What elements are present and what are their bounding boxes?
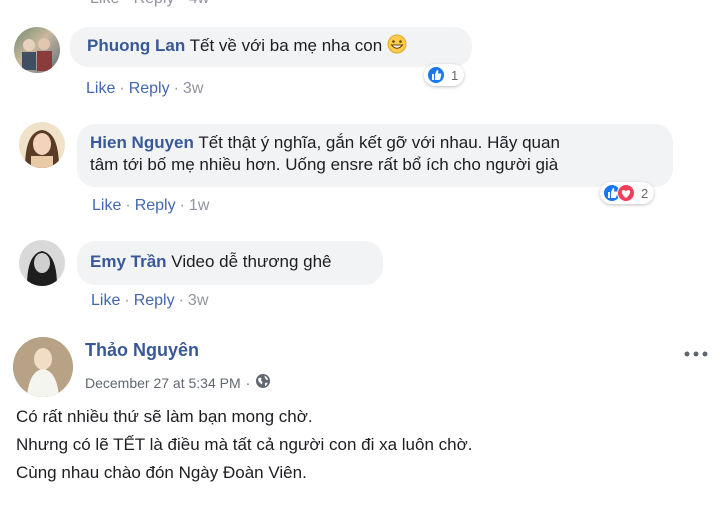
comment-author[interactable]: Hien Nguyen xyxy=(90,133,194,152)
comment-actions: Like · Reply · 1w xyxy=(92,197,210,214)
globe-icon[interactable] xyxy=(255,373,271,392)
reaction-summary[interactable]: 1 xyxy=(424,64,465,86)
comment-text: Tết thật ý nghĩa, gắn kết gỡ với nhau. H… xyxy=(198,133,560,152)
avatar-photo xyxy=(22,38,52,71)
love-icon xyxy=(617,184,635,202)
post-line: Cùng nhau chào đón Ngày Đoàn Viên. xyxy=(16,463,307,482)
avatar-photo xyxy=(13,337,73,397)
avatar-photo xyxy=(27,251,57,286)
post-author[interactable]: Thảo Nguyên xyxy=(85,340,199,361)
post-timestamp[interactable]: December 27 at 5:34 PM xyxy=(85,375,241,391)
like-link[interactable]: Like xyxy=(92,197,121,214)
avatar[interactable] xyxy=(14,27,60,73)
post-body: Có rất nhiều thứ sẽ làm bạn mong chờ. Nh… xyxy=(16,403,472,487)
comment-timestamp[interactable]: 3w xyxy=(188,292,208,309)
reaction-count: 1 xyxy=(451,67,459,83)
avatar[interactable] xyxy=(19,122,65,168)
avatar-photo xyxy=(25,130,59,168)
comment-actions: Like · Reply · 3w xyxy=(86,80,204,97)
reaction-count: 2 xyxy=(641,185,649,201)
post-avatar[interactable] xyxy=(13,337,73,397)
reaction-summary[interactable]: 2 xyxy=(600,182,655,204)
reply-link[interactable]: Reply xyxy=(135,197,176,214)
grinning-emoji-icon xyxy=(387,34,407,60)
comment-text: tâm tới bố mẹ nhiều hơn. Uống ensre rất … xyxy=(90,155,559,174)
comment-text: Video dễ thương ghê xyxy=(171,252,332,271)
like-link[interactable]: Like xyxy=(86,80,115,97)
like-icon xyxy=(427,66,445,84)
post-line: Có rất nhiều thứ sẽ làm bạn mong chờ. xyxy=(16,407,313,426)
reply-link[interactable]: Reply xyxy=(129,80,170,97)
post-line: Nhưng có lẽ TẾT là điều mà tất cả người … xyxy=(16,435,473,454)
comment-bubble: Phuong Lan Tết về với ba mẹ nha con xyxy=(70,27,472,67)
more-options-icon[interactable] xyxy=(684,346,708,357)
avatar[interactable] xyxy=(19,240,65,286)
meta-separator: · xyxy=(245,374,251,391)
post-meta: December 27 at 5:34 PM · xyxy=(85,373,271,392)
like-link[interactable]: Like xyxy=(91,292,120,309)
comment-actions: Like · Reply · 3w xyxy=(91,292,209,309)
reply-link[interactable]: Reply xyxy=(134,292,175,309)
previous-comment-actions: Like · Reply · 4w xyxy=(90,0,209,8)
comment-bubble: Emy Trần Video dễ thương ghê xyxy=(77,241,383,285)
comment-author[interactable]: Phuong Lan xyxy=(87,36,185,55)
comment-bubble: Hien Nguyen Tết thật ý nghĩa, gắn kết gỡ… xyxy=(77,124,673,187)
comment-text: Tết về với ba mẹ nha con xyxy=(189,36,383,55)
comment-timestamp[interactable]: 1w xyxy=(189,197,209,214)
comment-timestamp[interactable]: 3w xyxy=(183,80,203,97)
comment-author[interactable]: Emy Trần xyxy=(90,252,167,271)
